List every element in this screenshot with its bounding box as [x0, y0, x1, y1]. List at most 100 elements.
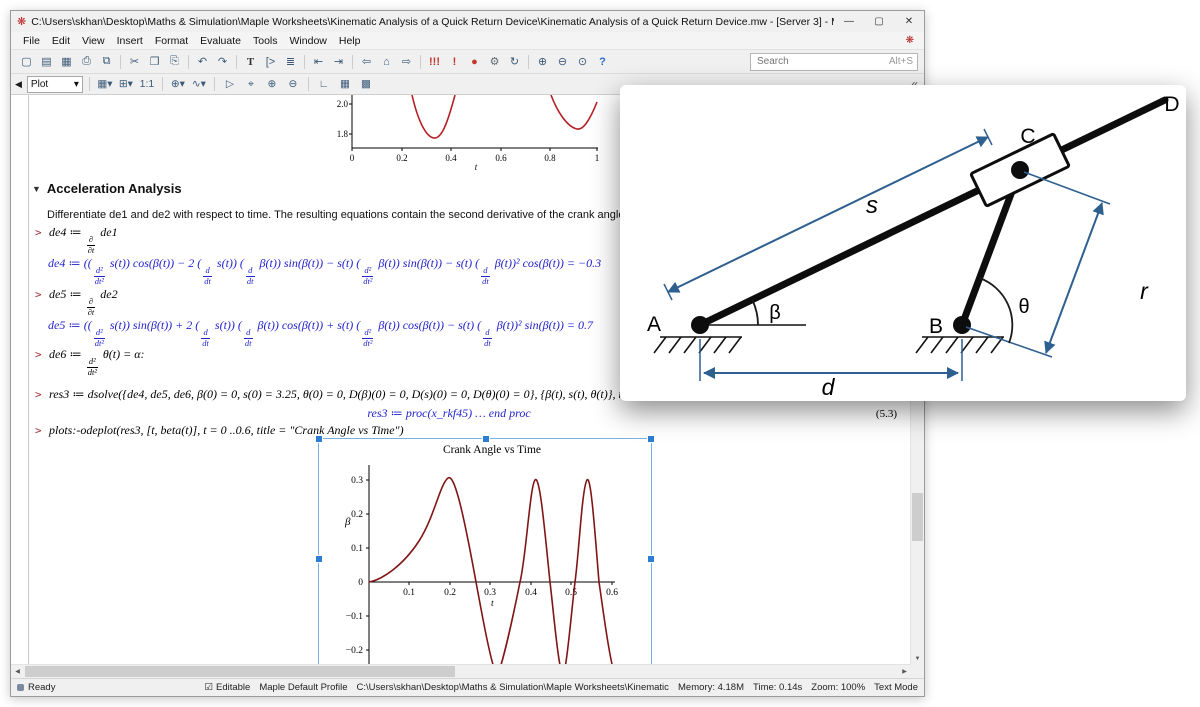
insert-text-icon[interactable]: T [241, 53, 260, 71]
zoom-out-icon[interactable]: ⊖ [553, 53, 572, 71]
context-bar-handle-icon[interactable]: ◀ [15, 79, 22, 90]
menu-view[interactable]: View [76, 35, 111, 47]
toolbar-separator [89, 77, 90, 91]
ground-hatch-a [654, 337, 742, 353]
menu-window[interactable]: Window [284, 35, 333, 47]
zoom-in-tool-icon[interactable]: ⊕ [263, 76, 281, 92]
axes-style-icon[interactable]: ∟ [315, 76, 333, 92]
mechanism-diagram-panel: A B C D s r d β θ [620, 85, 1186, 401]
zoom-out-tool-icon[interactable]: ⊖ [284, 76, 302, 92]
selection-handle[interactable] [315, 555, 323, 563]
menu-help[interactable]: Help [333, 35, 367, 47]
top-plot-xtick: 0.8 [544, 153, 556, 163]
gridlines-toggle-icon[interactable]: ▦ [336, 76, 354, 92]
math-expression: plots:-odeplot(res3, [t, beta(t)], t = 0… [49, 423, 404, 437]
outdent-section-icon[interactable]: ⇤ [309, 53, 328, 71]
scroll-down-icon[interactable]: ▼ [911, 652, 924, 665]
maple-input-odeplot[interactable]: >plots:-odeplot(res3, [t, beta(t)], t = … [35, 423, 404, 438]
search-shortcut-hint: Alt+S [889, 56, 913, 67]
frame-style-icon[interactable]: ▩ [357, 76, 375, 92]
zoom-in-icon[interactable]: ⊕ [533, 53, 552, 71]
close-button[interactable]: ✕ [894, 11, 924, 32]
horizontal-scrollbar[interactable]: ◀ ▶ [11, 664, 911, 678]
minimize-button[interactable]: — [834, 11, 864, 32]
execute-all-icon[interactable]: !!! [425, 53, 444, 71]
top-plot-xtick: 0 [350, 153, 355, 163]
crank-xtick: 0.1 [403, 588, 415, 598]
plot-layout-dropdown-icon[interactable]: ⊞▾ [117, 76, 135, 92]
print-document-icon[interactable]: ⎙ [77, 53, 96, 71]
section-collapse-icon[interactable]: ▼ [32, 184, 41, 194]
crank-ticks [366, 480, 612, 650]
open-document-icon[interactable]: ▤ [37, 53, 56, 71]
crank-xtick: 0.6 [606, 588, 618, 598]
toolbar-separator [528, 55, 529, 69]
toolbar-separator [352, 55, 353, 69]
insert-maple-prompt-icon[interactable]: [> [261, 53, 280, 71]
menu-tools[interactable]: Tools [247, 35, 284, 47]
cut-icon[interactable]: ✂ [125, 53, 144, 71]
previous-plot[interactable]: 2.0 1.8 0 0.2 0.4 0.6 0.8 1 t [326, 95, 616, 171]
horizontal-scroll-thumb[interactable] [25, 666, 455, 677]
debug-icon[interactable]: ⚙ [485, 53, 504, 71]
maple-app-icon: ❋ [17, 15, 26, 28]
vertical-scroll-thumb[interactable] [912, 493, 923, 541]
undo-icon[interactable]: ↶ [193, 53, 212, 71]
status-ready: Ready [17, 682, 55, 693]
editable-checkbox[interactable]: ☑ Editable [204, 682, 250, 693]
selection-handle[interactable] [315, 435, 323, 443]
redo-icon[interactable]: ↷ [213, 53, 232, 71]
insert-section-icon[interactable]: ≣ [281, 53, 300, 71]
curve-style-dropdown-icon[interactable]: ∿▾ [190, 76, 208, 92]
maple-input-de5[interactable]: >de5 ≔ ∂∂t de2 [35, 287, 118, 317]
menu-insert[interactable]: Insert [111, 35, 149, 47]
context-selector[interactable]: Plot ▾ [27, 76, 83, 93]
selection-handle[interactable] [647, 435, 655, 443]
section-heading[interactable]: ▼ Acceleration Analysis [32, 181, 182, 196]
execute-icon[interactable]: ! [445, 53, 464, 71]
maple-input-res3[interactable]: >res3 ≔ dsolve({de4, de5, de6, β(0) = 0,… [35, 387, 662, 402]
dim-label-r: r [1140, 278, 1149, 304]
new-document-icon[interactable]: ▢ [17, 53, 36, 71]
menu-format[interactable]: Format [149, 35, 194, 47]
plot-grid-dropdown-icon[interactable]: ▦▾ [96, 76, 114, 92]
zoom-reset-icon[interactable]: ⊙ [573, 53, 592, 71]
menu-evaluate[interactable]: Evaluate [194, 35, 247, 47]
window-title: C:\Users\skhan\Desktop\Maths & Simulatio… [31, 16, 834, 28]
restart-icon[interactable]: ↻ [505, 53, 524, 71]
home-icon[interactable]: ⌂ [377, 53, 396, 71]
forward-icon[interactable]: ⇨ [397, 53, 416, 71]
menu-file[interactable]: File [17, 35, 46, 47]
help-icon[interactable]: ? [593, 53, 612, 71]
input-prompt: > [35, 348, 46, 361]
menu-edit[interactable]: Edit [46, 35, 76, 47]
save-document-icon[interactable]: ▦ [57, 53, 76, 71]
print-preview-icon[interactable]: ⧉ [97, 53, 116, 71]
dim-label-s: s [866, 192, 878, 219]
toolbar-separator [214, 77, 215, 91]
crank-ytick: 0 [358, 578, 363, 588]
selection-handle[interactable] [482, 435, 490, 443]
label-d: D [1164, 93, 1179, 116]
interrupt-icon[interactable]: ● [465, 53, 484, 71]
dimension-s [664, 129, 992, 300]
maple-input-de6[interactable]: >de6 ≔ d²dt² θ(t) = α: [35, 347, 145, 377]
search-input[interactable] [755, 55, 889, 68]
maximize-button[interactable]: ▢ [864, 11, 894, 32]
indent-section-icon[interactable]: ⇥ [329, 53, 348, 71]
scroll-right-icon[interactable]: ▶ [898, 665, 911, 678]
actual-size-icon[interactable]: 1:1 [138, 76, 156, 92]
back-icon[interactable]: ⇦ [357, 53, 376, 71]
toolbar-separator [120, 55, 121, 69]
scroll-left-icon[interactable]: ◀ [11, 665, 24, 678]
pan-tool-icon[interactable]: ⌖ [242, 76, 260, 92]
probe-info-dropdown-icon[interactable]: ⊕▾ [169, 76, 187, 92]
crank-angle-plot[interactable]: Crank Angle vs Time 0.3 [318, 438, 652, 665]
maple-cloud-icon[interactable]: ❋ [906, 35, 914, 46]
top-plot-xtick: 0.2 [396, 153, 407, 163]
copy-icon[interactable]: ❐ [145, 53, 164, 71]
pointer-tool-icon[interactable]: ▷ [221, 76, 239, 92]
maple-input-de4[interactable]: >de4 ≔ ∂∂t de1 [35, 225, 118, 255]
paste-icon[interactable]: ⎘ [165, 53, 184, 71]
selection-handle[interactable] [647, 555, 655, 563]
